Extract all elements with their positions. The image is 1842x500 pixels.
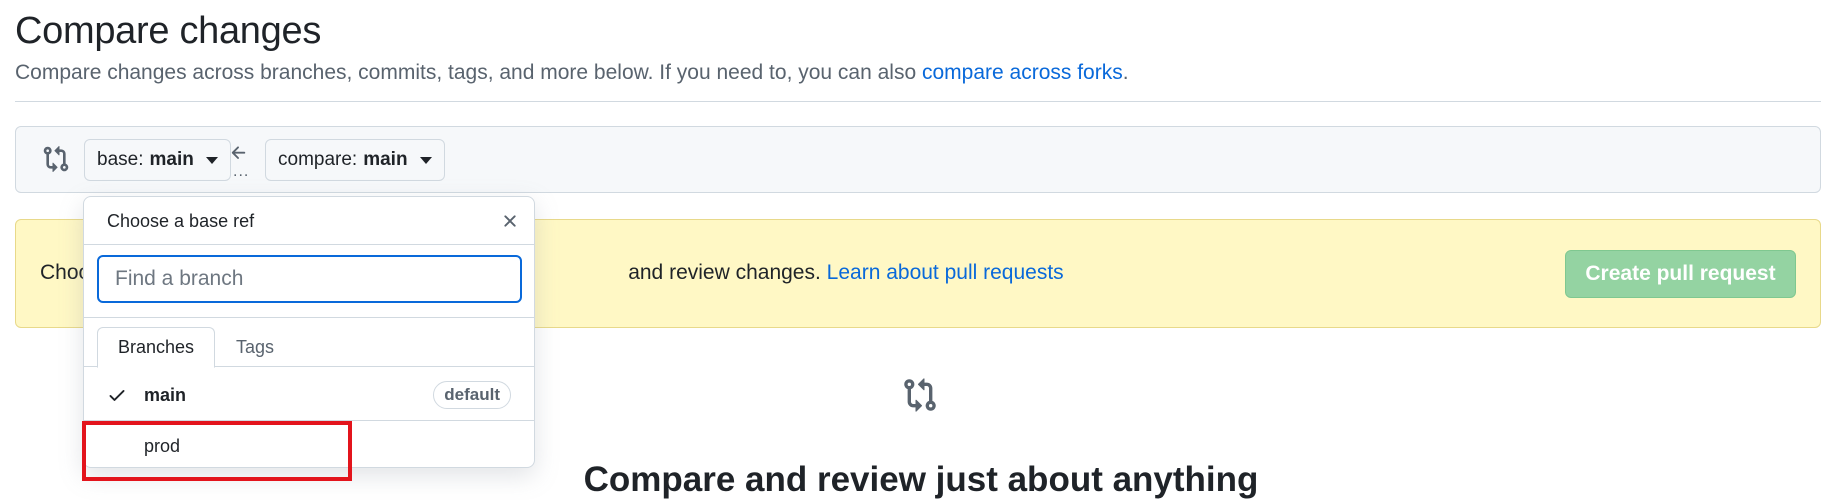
flash-text-end: and review changes. (628, 261, 821, 284)
range-ellipsis: ... (233, 163, 250, 180)
dropdown-title: Choose a base ref (107, 211, 255, 231)
dropdown-tabs: Branches Tags (84, 318, 534, 368)
branch-item-prod[interactable]: prod (83, 420, 535, 470)
compare-prefix: compare: (278, 149, 358, 170)
arrow-left-icon (231, 146, 246, 159)
branch-name: main (144, 385, 187, 405)
check-icon (109, 390, 125, 401)
learn-about-pull-requests-link[interactable]: Learn about pull requests (827, 261, 1064, 284)
compare-branch-button[interactable]: compare: main (265, 139, 445, 181)
compare-branch-name: main (363, 149, 408, 170)
page-subtitle: Compare changes across branches, commits… (15, 61, 1129, 85)
subtitle-text: Compare changes across branches, commits… (15, 61, 922, 84)
page-title: Compare changes (15, 10, 322, 52)
tab-branches[interactable]: Branches (97, 327, 216, 368)
git-compare-icon (904, 378, 936, 412)
subtitle-end: . (1122, 61, 1129, 84)
caret-down-icon (205, 156, 218, 164)
create-pull-request-button[interactable]: Create pull request (1565, 250, 1796, 298)
branch-name: prod (144, 436, 181, 456)
base-branch-name: main (149, 149, 194, 170)
default-badge: default (433, 381, 511, 409)
compare-across-forks-link[interactable]: compare across forks (922, 61, 1123, 84)
close-icon[interactable] (500, 211, 520, 231)
dropdown-header: Choose a base ref (84, 197, 534, 245)
caret-down-icon (419, 156, 432, 164)
dropdown-filter (84, 245, 534, 318)
base-prefix: base: (97, 149, 144, 170)
branch-item-main[interactable]: main default (83, 370, 535, 420)
base-branch-button[interactable]: base: main (84, 139, 231, 181)
range-editor: base: main ... compare: main (15, 126, 1821, 193)
git-compare-icon (43, 146, 69, 172)
header-divider (15, 101, 1821, 102)
find-branch-input[interactable] (97, 255, 522, 303)
tab-tags[interactable]: Tags (216, 327, 294, 368)
